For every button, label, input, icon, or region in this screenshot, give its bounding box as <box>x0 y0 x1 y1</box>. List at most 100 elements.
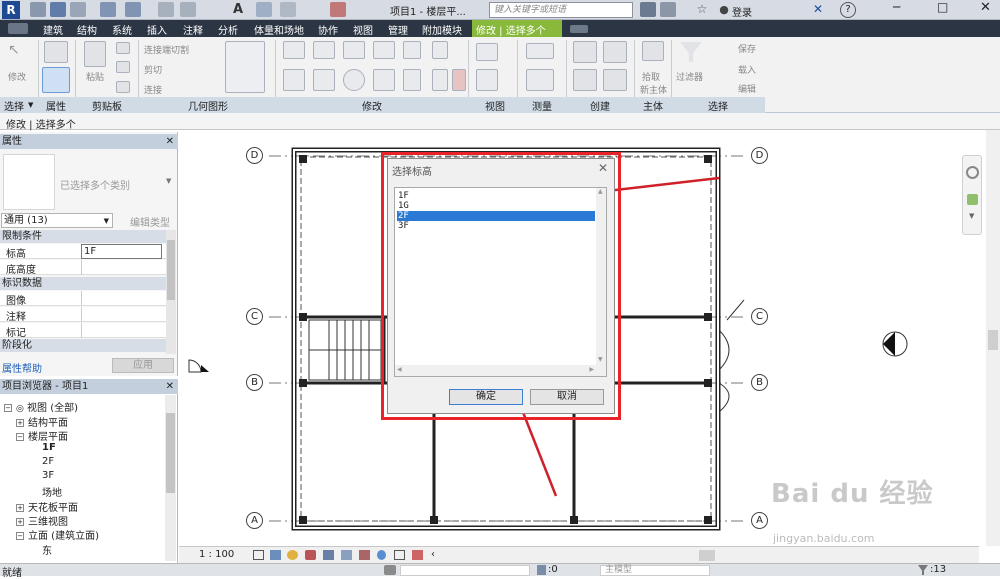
section-icon[interactable] <box>280 2 296 17</box>
type-selector[interactable]: 已选择多个类别 <box>60 177 130 192</box>
offset-icon[interactable] <box>313 41 335 59</box>
cut-geometry-label[interactable]: 连接端切割 <box>144 43 189 56</box>
close-hidden-icon[interactable] <box>330 2 346 17</box>
grid-bubble-c-left[interactable]: C <box>246 308 263 325</box>
chevron-down-icon[interactable]: ▼ <box>969 212 974 220</box>
undo-icon[interactable] <box>100 2 116 17</box>
close-button[interactable]: ✕ <box>980 0 991 15</box>
3d-view-icon[interactable] <box>256 2 272 17</box>
crop-view-icon[interactable] <box>323 550 334 560</box>
login-link[interactable]: 登录 <box>732 4 752 19</box>
grid-bubble-a-right[interactable]: A <box>751 512 768 529</box>
maximize-button[interactable]: □ <box>937 0 948 14</box>
filter-icon[interactable] <box>680 42 702 62</box>
scrollbar[interactable] <box>166 230 176 354</box>
tab-massing[interactable]: 体量和场地 <box>254 22 304 37</box>
cut-icon[interactable] <box>116 42 130 54</box>
tree-item[interactable]: + 三维视图 <box>16 513 68 528</box>
filter-icon[interactable] <box>918 565 928 575</box>
grid-bubble-b-left[interactable]: B <box>246 374 263 391</box>
property-row[interactable]: 底高度 <box>0 260 166 276</box>
sync-icon[interactable] <box>70 2 86 17</box>
section-constraints[interactable]: 限制条件 <box>0 230 166 243</box>
star-icon[interactable]: ☆ <box>694 2 710 17</box>
scale-selector[interactable]: 1 : 100 <box>199 549 234 560</box>
tab-collaborate[interactable]: 协作 <box>318 22 338 37</box>
grid-bubble-d-left[interactable]: D <box>246 147 263 164</box>
property-row[interactable]: 图像 <box>0 291 166 307</box>
instance-filter-select[interactable]: 通用 (13) ▼ <box>1 213 113 228</box>
filter-label[interactable]: 过滤器 <box>676 70 703 83</box>
measure-distance-icon[interactable] <box>526 43 554 59</box>
tree-item[interactable]: 场地 <box>42 484 62 499</box>
sun-path-icon[interactable] <box>287 550 298 560</box>
ribbon-toggle-icon[interactable] <box>570 25 588 33</box>
create-parts-icon[interactable] <box>573 69 597 91</box>
load-selection-label[interactable]: 载入 <box>738 63 756 76</box>
detail-level-icon[interactable] <box>253 550 264 560</box>
trim-icon[interactable] <box>373 69 395 91</box>
temporary-hide-icon[interactable] <box>359 550 370 560</box>
mirror-icon[interactable] <box>343 41 365 59</box>
print-icon[interactable] <box>158 2 174 17</box>
tree-item[interactable]: 东 <box>42 542 52 557</box>
tab-analyze[interactable]: 分析 <box>218 22 238 37</box>
apply-button[interactable]: 应用 <box>112 358 174 373</box>
property-row[interactable]: 标高 1F <box>0 244 166 260</box>
open-icon[interactable] <box>30 2 46 17</box>
tree-item[interactable]: + 结构平面 <box>16 414 68 429</box>
rotate-icon[interactable] <box>343 69 365 91</box>
visual-style-icon[interactable] <box>270 550 281 560</box>
tab-manage[interactable]: 管理 <box>388 22 408 37</box>
temporary-view-icon[interactable] <box>394 550 405 560</box>
measure-icon[interactable] <box>180 2 196 17</box>
copy-icon[interactable] <box>116 61 130 73</box>
editing-requests-icon[interactable] <box>537 565 546 575</box>
user-icon[interactable]: ● <box>716 2 732 17</box>
grid-bubble-c-right[interactable]: C <box>751 308 768 325</box>
ok-button[interactable]: 确定 <box>449 389 523 405</box>
property-row[interactable]: 标记 <box>0 323 166 339</box>
scrollbar[interactable]: ▲ ▼ <box>596 188 606 365</box>
tree-item[interactable]: 3F <box>42 470 54 481</box>
subscription-icon[interactable] <box>660 2 676 17</box>
exchange-icon[interactable]: ✕ <box>810 2 826 17</box>
create-assembly-icon[interactable] <box>573 41 597 63</box>
properties-help-link[interactable]: 属性帮助 <box>2 360 42 375</box>
scrollbar[interactable] <box>699 550 715 561</box>
pick-host-icon[interactable] <box>642 41 664 61</box>
tree-item[interactable]: + 天花板平面 <box>16 499 78 514</box>
paste-icon[interactable] <box>84 41 106 67</box>
property-row[interactable]: 注释 <box>0 307 166 323</box>
shadows-icon[interactable] <box>305 550 316 560</box>
tab-insert[interactable]: 插入 <box>147 22 167 37</box>
type-properties-icon[interactable] <box>44 41 68 63</box>
edit-selection-label[interactable]: 编辑 <box>738 82 756 95</box>
match-icon[interactable] <box>116 81 130 93</box>
tree-item[interactable]: 2F <box>42 456 54 467</box>
level-option[interactable]: 1F <box>397 191 595 201</box>
panel-select[interactable]: 选择 <box>4 98 24 113</box>
delete-icon[interactable] <box>452 69 466 91</box>
tree-item[interactable]: − 楼层平面 <box>16 428 68 443</box>
tab-architecture[interactable]: 建筑 <box>43 22 63 37</box>
level-option-selected[interactable]: 2F <box>397 211 595 221</box>
select-level-dialog[interactable]: 选择标高 ✕ 1F 1G 2F 3F ▲ ▼ ◀ ▶ 确定 取消 <box>387 158 615 414</box>
modify-tool-icon[interactable]: ↖ <box>8 42 28 64</box>
help-icon[interactable]: ? <box>840 2 856 18</box>
tab-annotate[interactable]: 注释 <box>183 22 203 37</box>
view-override-icon[interactable] <box>476 69 498 91</box>
worksharing-icon[interactable] <box>384 565 396 575</box>
scrollbar[interactable]: ◀ ▶ <box>395 365 606 376</box>
level-option[interactable]: 1G <box>397 201 595 211</box>
chevron-down-icon[interactable]: ▼ <box>166 177 171 185</box>
tab-addins[interactable]: 附加模块 <box>422 22 462 37</box>
tab-view[interactable]: 视图 <box>353 22 373 37</box>
split-icon[interactable] <box>403 41 421 59</box>
create-group-icon[interactable] <box>603 41 627 63</box>
edit-type-button[interactable]: 编辑类型 <box>130 214 170 229</box>
chevron-left-icon[interactable]: ‹ <box>431 549 435 560</box>
design-option-select[interactable]: 主模型 <box>600 565 710 576</box>
tree-item-active[interactable]: 1F <box>42 442 56 453</box>
save-icon[interactable] <box>50 2 66 17</box>
